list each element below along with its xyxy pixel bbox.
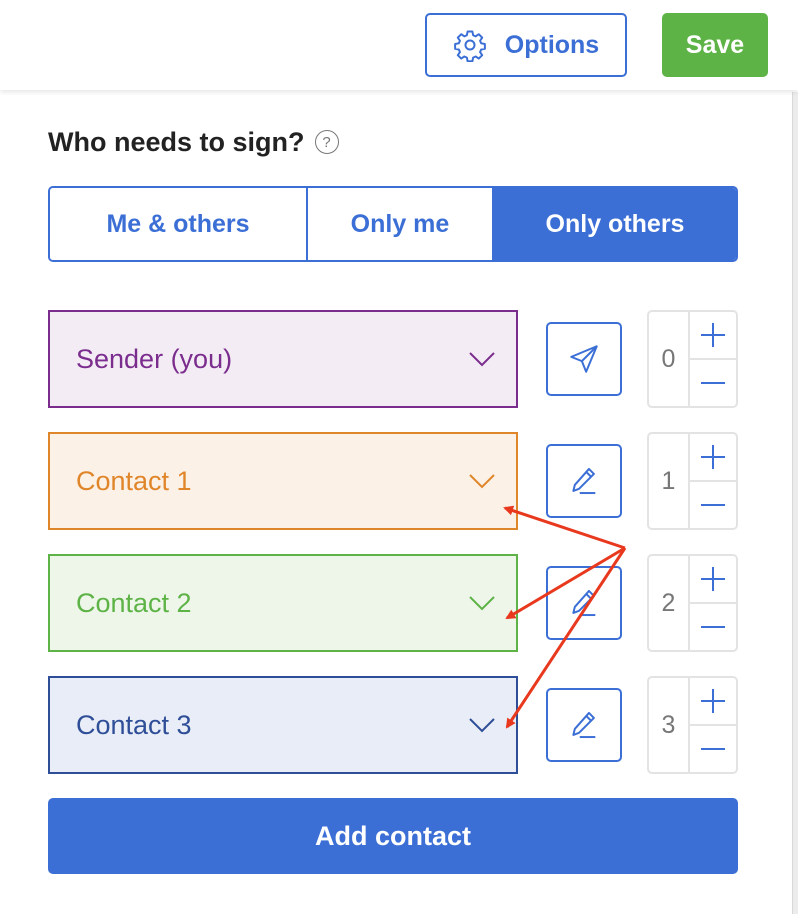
order-stepper: 1 — [647, 432, 738, 530]
help-icon[interactable]: ? — [314, 130, 339, 154]
recipient-select[interactable]: Contact 2 — [48, 554, 518, 652]
recipient-row: Sender (you) 0 — [48, 310, 738, 408]
plus-icon — [701, 323, 725, 347]
send-icon — [570, 345, 598, 373]
options-button[interactable]: Options — [425, 13, 627, 77]
order-stepper: 2 — [647, 554, 738, 652]
edit-button[interactable] — [546, 566, 622, 640]
plus-icon — [701, 689, 725, 713]
signers-question: Who needs to sign? ? — [48, 122, 339, 162]
send-button[interactable] — [546, 322, 622, 396]
plus-icon — [701, 445, 725, 469]
pencil-icon — [572, 467, 596, 495]
chevron-down-icon — [469, 718, 495, 733]
minus-icon — [701, 626, 725, 628]
recipient-row: Contact 3 3 — [48, 676, 738, 774]
order-value[interactable]: 3 — [649, 678, 690, 772]
question-text: Who needs to sign? — [48, 126, 305, 157]
recipient-row: Contact 1 1 — [48, 432, 738, 530]
increment-button[interactable] — [690, 434, 736, 480]
recipient-select[interactable]: Contact 3 — [48, 676, 518, 774]
mode-me-and-others[interactable]: Me & others — [50, 188, 306, 260]
increment-button[interactable] — [690, 312, 736, 358]
decrement-button[interactable] — [690, 602, 736, 650]
chevron-down-icon — [469, 352, 495, 367]
order-stepper: 0 — [647, 310, 738, 408]
decrement-button[interactable] — [690, 358, 736, 406]
recipient-select[interactable]: Contact 1 — [48, 432, 518, 530]
recipient-name: Contact 3 — [76, 709, 192, 740]
increment-button[interactable] — [690, 678, 736, 724]
options-label: Options — [504, 30, 600, 59]
increment-button[interactable] — [690, 556, 736, 602]
pencil-icon — [572, 589, 596, 617]
gear-icon — [453, 30, 486, 62]
add-contact-button[interactable]: Add contact — [48, 798, 738, 874]
mode-only-me[interactable]: Only me — [306, 188, 492, 260]
order-stepper: 3 — [647, 676, 738, 774]
signer-mode-toggle: Me & others Only me Only others — [48, 186, 738, 262]
scrollbar-track[interactable] — [792, 92, 798, 914]
recipient-row: Contact 2 2 — [48, 554, 738, 652]
order-value[interactable]: 2 — [649, 556, 690, 650]
mode-only-others[interactable]: Only others — [492, 188, 736, 260]
top-toolbar: Options Save — [0, 0, 798, 90]
chevron-down-icon — [469, 474, 495, 489]
decrement-button[interactable] — [690, 724, 736, 772]
order-value[interactable]: 0 — [649, 312, 690, 406]
decrement-button[interactable] — [690, 480, 736, 528]
minus-icon — [701, 382, 725, 384]
edit-button[interactable] — [546, 444, 622, 518]
recipient-select[interactable]: Sender (you) — [48, 310, 518, 408]
chevron-down-icon — [469, 596, 495, 611]
recipient-name: Sender (you) — [76, 343, 233, 374]
plus-icon — [701, 567, 725, 591]
recipient-name: Contact 2 — [76, 587, 192, 618]
order-value[interactable]: 1 — [649, 434, 690, 528]
edit-button[interactable] — [546, 688, 622, 762]
save-button[interactable]: Save — [662, 13, 768, 77]
minus-icon — [701, 504, 725, 506]
minus-icon — [701, 748, 725, 750]
recipient-name: Contact 1 — [76, 465, 192, 496]
pencil-icon — [572, 711, 596, 739]
